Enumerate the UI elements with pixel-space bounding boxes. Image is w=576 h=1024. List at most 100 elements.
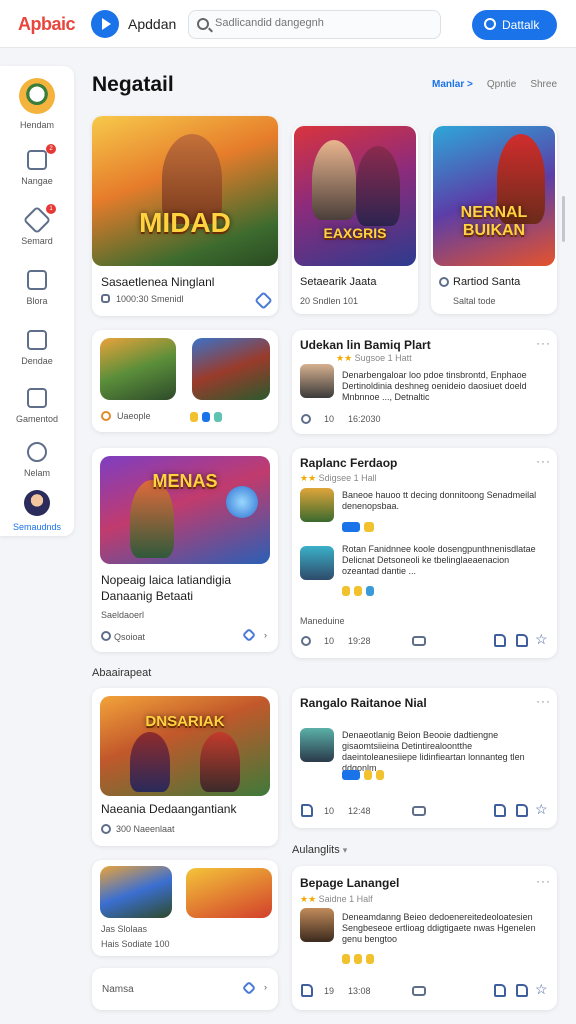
post-body: Denaeotlanig Beion Beooie dadtiengne gis… [342, 730, 525, 773]
game-subtitle: Saeldaoerl [101, 610, 145, 620]
section-title: Abaairapeat [92, 667, 152, 679]
sidebar: Hendam 2 Nangae 1 Semard Blora Dendae Ga… [0, 66, 74, 536]
game-card[interactable]: MENAS Nopeaig laica latiandigia Danaanig… [92, 448, 278, 652]
star-icon[interactable]: ☆ [535, 981, 548, 998]
sidebar-item-work[interactable]: Dendae [0, 330, 74, 386]
sidebar-item-label: Nelam [23, 468, 50, 478]
like-icon[interactable] [516, 804, 528, 817]
game-meta: 1000:30 Smenidl [116, 294, 184, 304]
more-options-icon[interactable]: ··· [536, 694, 551, 708]
rating-label: Sugsoe 1 Hatt [354, 353, 412, 363]
coin-icon [27, 442, 47, 462]
page-title: Negatail [92, 73, 174, 96]
artwork-title: MIDAD [139, 207, 231, 238]
tag-chip [364, 770, 372, 780]
game-thumbnail[interactable] [300, 546, 334, 580]
post-title: Raplanc Ferdaop [300, 456, 398, 470]
game-thumbnail[interactable] [186, 868, 272, 918]
chevron-right-icon[interactable]: › [264, 982, 267, 992]
post-card[interactable]: Raplanc Ferdaop ··· ★★ Sdigsee 1 Hall Ba… [292, 448, 557, 658]
bookmark-icon[interactable] [254, 291, 273, 310]
game-pair-card[interactable]: Uaeople [92, 330, 278, 432]
post-time: 19:28 [348, 636, 371, 646]
account-button[interactable]: Dattalk [472, 10, 557, 40]
like-icon[interactable] [301, 984, 313, 997]
post-title: Bepage Lanangel [300, 876, 400, 890]
sidebar-item-account[interactable]: Semaudnds [0, 490, 74, 546]
chevron-right-icon[interactable]: › [264, 630, 267, 640]
more-options-icon[interactable]: ··· [536, 454, 551, 468]
sidebar-item-label: Gamentod [15, 414, 59, 424]
game-thumbnail[interactable] [192, 338, 270, 400]
game-thumbnail[interactable] [100, 338, 176, 400]
post-card[interactable]: Udekan lin Bamiq Plart ··· ★★ Sugsoe 1 H… [292, 330, 557, 434]
game-thumbnail[interactable] [100, 866, 172, 918]
lock-icon [27, 388, 47, 408]
share-icon[interactable] [241, 980, 257, 996]
post-title: Rangalo Raitanoe Nial [300, 696, 427, 710]
game-meta: 20 Sndlen 101 [300, 296, 359, 306]
sidebar-item-label: Dendae [21, 356, 53, 366]
play-icon[interactable] [91, 10, 119, 38]
comment-icon[interactable] [412, 636, 426, 646]
sidebar-item-label: Nangae [21, 176, 53, 186]
more-options-icon[interactable]: ··· [536, 336, 551, 350]
share-icon[interactable] [241, 627, 257, 643]
post-entry: Baneoe hauoo tt decing donnitoong Senadm… [342, 490, 537, 511]
search-input[interactable] [215, 17, 435, 29]
search-box[interactable] [188, 10, 441, 39]
sidebar-item-profile[interactable]: Hendam [0, 78, 74, 134]
app-logo[interactable]: Apbaic [18, 14, 76, 35]
sidebar-item-library[interactable]: Blora [0, 270, 74, 326]
artwork-title: NERNAL BUIKAN [460, 204, 528, 239]
featured-game-card[interactable]: EAXGRIS Setaearik Jaata 20 Sndlen 101 [292, 126, 418, 314]
artwork-title: EAXGRIS [323, 224, 387, 241]
section-title[interactable]: Aulanglits ▾ [292, 844, 347, 856]
more-options-icon[interactable]: ··· [536, 874, 551, 888]
featured-game-card[interactable]: MIDAD Sasaetlenea Ninglanl 1000:30 Smeni… [92, 116, 278, 316]
sidebar-item-home[interactable]: 2 Nangae [0, 144, 74, 206]
game-title: Rartiod Santa [453, 276, 521, 288]
filter-link[interactable]: Manlar > [432, 79, 473, 90]
tag-chip [366, 586, 374, 596]
filter-links: Manlar > Qpntie Shree [432, 79, 571, 90]
card-text: Jas Slolaas [101, 924, 148, 934]
game-artwork: NERNAL BUIKAN [433, 126, 555, 266]
star-icon[interactable]: ☆ [535, 801, 548, 818]
game-pair-card[interactable]: Jas Slolaas Hais Sodiate 100 [92, 860, 278, 956]
like-icon[interactable] [516, 634, 528, 647]
download-icon [101, 294, 110, 303]
like-icon[interactable] [494, 984, 506, 997]
filter-link[interactable]: Shree [530, 79, 557, 90]
top-app-bar: Apbaic Apddan Dattalk [0, 0, 576, 48]
artwork-title: MENAS [152, 471, 218, 491]
more-card[interactable]: Namsa › [92, 968, 278, 1010]
post-card[interactable]: Bepage Lanangel ··· ★★ Saidne 1 Half Den… [292, 866, 557, 1010]
featured-game-card[interactable]: NERNAL BUIKAN Rartiod Santa Saltal tode [431, 126, 557, 314]
filter-link[interactable]: Qpntie [487, 79, 516, 90]
star-icon[interactable]: ☆ [535, 631, 548, 648]
scrollbar-thumb[interactable] [562, 196, 565, 242]
tag-chip [342, 954, 350, 964]
game-thumbnail[interactable] [300, 488, 334, 522]
post-rating: ★★ Saidne 1 Half [300, 894, 373, 904]
like-icon[interactable] [494, 634, 506, 647]
game-meta: 300 Naeenlaat [116, 824, 175, 834]
like-icon[interactable] [516, 984, 528, 997]
author-avatar[interactable] [300, 364, 334, 398]
comment-icon[interactable] [412, 986, 426, 996]
game-card[interactable]: DNSARIAK Naeania Dedaangantiank 300 Naee… [92, 688, 278, 846]
home-icon [27, 150, 47, 170]
tag-chip [342, 586, 350, 596]
artwork-title: DNSARIAK [145, 713, 225, 730]
sidebar-item-label: Semard [21, 236, 53, 246]
sidebar-item-security[interactable]: Gamentod [0, 388, 74, 444]
like-icon[interactable] [301, 804, 313, 817]
author-avatar[interactable] [300, 728, 334, 762]
comment-icon[interactable] [412, 806, 426, 816]
post-count: 19 [324, 986, 335, 996]
like-icon[interactable] [494, 804, 506, 817]
sidebar-item-tags[interactable]: 1 Semard [0, 204, 74, 266]
author-avatar[interactable] [300, 908, 334, 942]
post-card[interactable]: Rangalo Raitanoe Nial ··· Denaeotlanig B… [292, 688, 557, 828]
